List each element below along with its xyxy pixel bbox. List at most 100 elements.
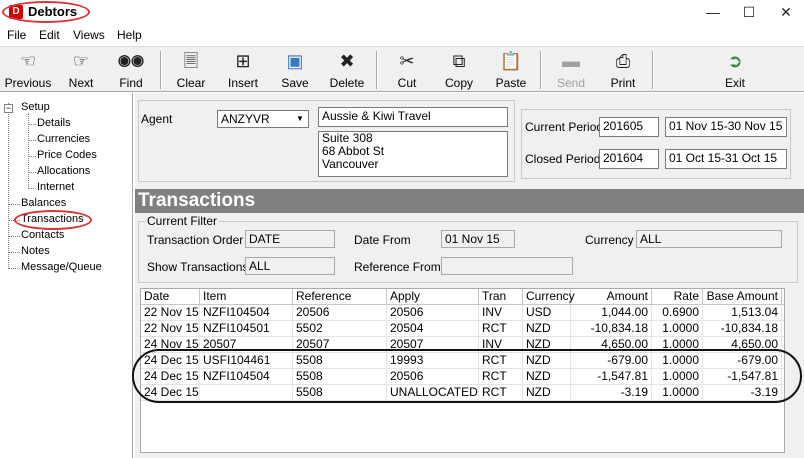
tree-line [9, 252, 20, 253]
insert-button[interactable]: ⊞ Insert [218, 50, 268, 90]
tree-line [29, 156, 36, 157]
currency-field[interactable]: ALL [636, 230, 782, 248]
toolbar-separator [652, 51, 654, 89]
column-header-reference[interactable]: Reference [293, 289, 387, 305]
tree-item-setup[interactable]: Setup [21, 101, 50, 113]
table-row[interactable]: 22 Nov 15 NZFI104501 5502 20504 RCT NZD … [141, 321, 784, 337]
menu-edit[interactable]: Edit [39, 28, 60, 42]
send-icon: ▬ [562, 51, 580, 71]
tree-item-message-queue[interactable]: Message/Queue [21, 261, 102, 273]
cell-currency: USD [523, 305, 571, 321]
agent-label: Agent [141, 112, 173, 126]
closed-period-label: Closed Period [525, 152, 601, 166]
column-header-rate[interactable]: Rate [652, 289, 703, 305]
clipboard-icon: 📋 [499, 51, 523, 71]
column-header-item[interactable]: Item [200, 289, 293, 305]
tree-line [9, 204, 20, 205]
tree-line [9, 268, 20, 269]
closed-period-range-field[interactable]: 01 Oct 15-31 Oct 15 [665, 149, 787, 169]
cell-item: NZFI104504 [200, 305, 293, 321]
main-panel: Agent ANZYVR ▼ Aussie & Kiwi Travel Suit… [135, 93, 804, 458]
collapse-icon[interactable]: − [4, 104, 13, 113]
find-button[interactable]: ◉◉ Find [106, 50, 156, 90]
menu-views[interactable]: Views [73, 28, 105, 42]
menu-file[interactable]: File [7, 28, 26, 42]
transaction-order-field[interactable]: DATE [245, 230, 335, 248]
column-header-amount[interactable]: Amount [571, 289, 652, 305]
maximize-button[interactable]: ☐ [731, 0, 767, 25]
tree-item-price-codes[interactable]: Price Codes [37, 149, 97, 161]
tree-line [29, 188, 36, 189]
tree-item-notes[interactable]: Notes [21, 245, 50, 257]
delete-x-icon: ✖ [339, 51, 355, 71]
toolbar-separator [540, 51, 542, 89]
send-button[interactable]: ▬ Send [546, 50, 596, 90]
tree-item-allocations[interactable]: Allocations [37, 165, 90, 177]
print-button[interactable]: ⎙ Print [598, 50, 648, 90]
title-bar: D Debtors — ☐ ✕ [0, 0, 804, 25]
toolbar: ☜ Previous ☞ Next ◉◉ Find 🗏 Clear ⊞ Inse… [0, 46, 804, 92]
grid-header: Date Item Reference Apply Tran Currency … [141, 289, 784, 305]
printer-icon: ⎙ [615, 51, 631, 71]
currency-label: Currency [585, 233, 634, 247]
agent-name-field[interactable]: Aussie & Kiwi Travel [318, 107, 508, 127]
date-from-field[interactable]: 01 Nov 15 [441, 230, 515, 248]
minimize-button[interactable]: — [695, 0, 731, 25]
column-header-currency[interactable]: Currency [523, 289, 575, 305]
copy-button[interactable]: ⧉ Copy [434, 50, 484, 90]
close-button[interactable]: ✕ [768, 0, 804, 25]
cell-reference: 5502 [293, 321, 387, 337]
transaction-order-label: Transaction Order [147, 233, 244, 247]
show-transactions-label: Show Transactions [147, 260, 249, 274]
cell-amount: 1,044.00 [571, 305, 652, 321]
floppy-disk-icon: ▣ [286, 51, 304, 71]
current-filter-legend: Current Filter [145, 214, 220, 228]
paste-button[interactable]: 📋 Paste [486, 50, 536, 90]
transactions-section-title: Transactions [135, 189, 804, 213]
tree-item-currencies[interactable]: Currencies [37, 133, 90, 145]
current-period-range-field[interactable]: 01 Nov 15-30 Nov 15 [665, 117, 787, 137]
show-transactions-field[interactable]: ALL [245, 257, 335, 275]
column-header-apply[interactable]: Apply [387, 289, 479, 305]
navigation-tree: − Setup Details Currencies Price Codes A… [0, 93, 133, 458]
cell-apply: 20504 [387, 321, 479, 337]
agent-select[interactable]: ANZYVR ▼ [217, 110, 309, 128]
reference-from-field[interactable] [441, 257, 573, 275]
agent-address-field[interactable]: Suite 308 68 Abbot St Vancouver [318, 131, 508, 177]
exit-button[interactable]: ➲ Exit [710, 50, 760, 90]
cell-rate: 1.0000 [652, 321, 703, 337]
cell-item: NZFI104501 [200, 321, 293, 337]
menu-help[interactable]: Help [117, 28, 142, 42]
cell-reference: 20506 [293, 305, 387, 321]
toolbar-separator [376, 51, 378, 89]
save-button[interactable]: ▣ Save [270, 50, 320, 90]
tree-item-contacts[interactable]: Contacts [21, 229, 64, 241]
cell-date: 22 Nov 15 [141, 305, 200, 321]
toolbar-separator [160, 51, 162, 89]
reference-from-label: Reference From [354, 260, 441, 274]
copy-pages-icon: ⧉ [452, 51, 466, 71]
cell-apply: 20506 [387, 305, 479, 321]
column-header-date[interactable]: Date [141, 289, 200, 305]
delete-button[interactable]: ✖ Delete [322, 50, 372, 90]
previous-button[interactable]: ☜ Previous [2, 50, 54, 90]
cell-base-amount: -10,834.18 [703, 321, 782, 337]
tree-line [8, 103, 9, 269]
column-header-tran[interactable]: Tran [479, 289, 523, 305]
menu-bar: File Edit Views Help [0, 26, 804, 45]
table-row[interactable]: 22 Nov 15 NZFI104504 20506 20506 INV USD… [141, 305, 784, 321]
cell-base-amount: 1,513.04 [703, 305, 782, 321]
pointing-hand-left-icon: ☜ [19, 51, 37, 71]
pointing-hand-right-icon: ☞ [72, 51, 90, 71]
tree-item-internet[interactable]: Internet [37, 181, 74, 193]
tree-item-balances[interactable]: Balances [21, 197, 66, 209]
next-button[interactable]: ☞ Next [56, 50, 106, 90]
cut-button[interactable]: ✂ Cut [382, 50, 432, 90]
closed-period-code-field[interactable]: 201604 [599, 149, 659, 169]
column-header-base-amount[interactable]: Base Amount [703, 289, 782, 305]
scissors-icon: ✂ [399, 51, 415, 71]
clear-button[interactable]: 🗏 Clear [166, 50, 216, 90]
tree-item-details[interactable]: Details [37, 117, 71, 129]
binoculars-icon: ◉◉ [117, 52, 145, 69]
current-period-code-field[interactable]: 201605 [599, 117, 659, 137]
